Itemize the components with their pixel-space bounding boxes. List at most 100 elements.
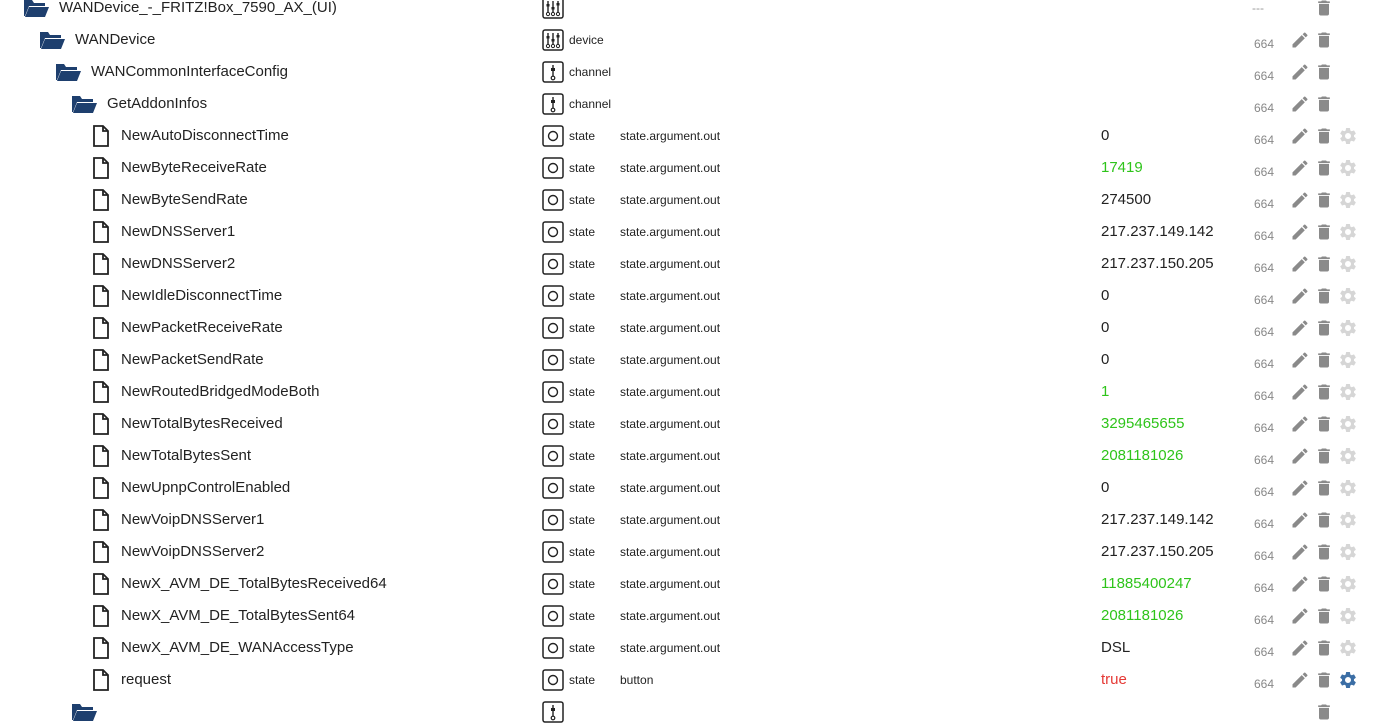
gear-icon[interactable] — [1338, 126, 1358, 146]
delete-icon[interactable] — [1314, 350, 1334, 370]
delete-icon[interactable] — [1314, 382, 1334, 402]
gear-icon[interactable] — [1338, 382, 1358, 402]
delete-icon[interactable] — [1314, 158, 1334, 178]
gear-icon[interactable] — [1338, 574, 1358, 594]
delete-icon[interactable] — [1314, 446, 1334, 466]
gear-icon[interactable] — [1338, 350, 1358, 370]
state-value[interactable]: 217.237.150.205 — [1101, 248, 1214, 280]
edit-icon[interactable] — [1290, 350, 1310, 370]
object-name[interactable]: NewPacketReceiveRate — [121, 312, 283, 344]
edit-icon[interactable] — [1290, 190, 1310, 210]
tree-state-row[interactable]: NewPacketReceiveRate state state.argument.… — [0, 312, 1394, 344]
object-name[interactable]: NewX_AVM_DE_WANAccessType — [121, 632, 354, 664]
tree-state-row[interactable]: NewRoutedBridgedModeBoth state state.argum… — [0, 376, 1394, 408]
folder-open-icon[interactable] — [70, 696, 98, 728]
state-value[interactable]: 217.237.149.142 — [1101, 504, 1214, 536]
tree-state-row[interactable]: NewIdleDisconnectTime state state.argument… — [0, 280, 1394, 312]
tree-state-row[interactable]: NewByteSendRate state state.argument.out 27… — [0, 184, 1394, 216]
tree-state-row[interactable]: NewX_AVM_DE_TotalBytesSent64 state state.a… — [0, 600, 1394, 632]
state-value[interactable]: 217.237.150.205 — [1101, 536, 1214, 568]
object-name[interactable]: NewVoipDNSServer2 — [121, 536, 264, 568]
gear-icon[interactable] — [1338, 414, 1358, 434]
gear-icon[interactable] — [1338, 446, 1358, 466]
object-name[interactable]: NewX_AVM_DE_TotalBytesReceived64 — [121, 568, 387, 600]
object-name[interactable]: NewAutoDisconnectTime — [121, 120, 289, 152]
gear-icon[interactable] — [1338, 222, 1358, 242]
gear-icon[interactable] — [1338, 542, 1358, 562]
gear-icon[interactable] — [1338, 606, 1358, 626]
state-value[interactable]: 0 — [1101, 472, 1109, 504]
delete-icon[interactable] — [1314, 542, 1334, 562]
delete-icon[interactable] — [1314, 222, 1334, 242]
state-value[interactable]: 217.237.149.142 — [1101, 216, 1214, 248]
state-value[interactable]: 2081181026 — [1101, 440, 1183, 472]
edit-icon[interactable] — [1290, 318, 1310, 338]
object-name[interactable]: NewTotalBytesSent — [121, 440, 251, 472]
folder-open-icon[interactable] — [38, 24, 66, 56]
tree-folder-row[interactable]: WANDevice device 664 — [0, 24, 1394, 56]
edit-icon[interactable] — [1290, 446, 1310, 466]
object-name[interactable]: WANDevice_-_FRITZ!Box_7590_AX_(UI) — [59, 0, 337, 24]
delete-icon[interactable] — [1314, 254, 1334, 274]
edit-icon[interactable] — [1290, 414, 1310, 434]
folder-open-icon[interactable] — [70, 88, 98, 120]
delete-icon[interactable] — [1314, 510, 1334, 530]
state-value[interactable]: 0 — [1101, 280, 1109, 312]
state-value[interactable]: 2081181026 — [1101, 600, 1183, 632]
state-value[interactable]: 11885400247 — [1101, 568, 1192, 600]
tree-state-row[interactable]: NewVoipDNSServer1 state state.argument.out… — [0, 504, 1394, 536]
delete-icon[interactable] — [1314, 126, 1334, 146]
object-name[interactable]: NewX_AVM_DE_TotalBytesSent64 — [121, 600, 355, 632]
object-name[interactable]: NewUpnpControlEnabled — [121, 472, 290, 504]
state-value[interactable]: 0 — [1101, 344, 1109, 376]
state-value[interactable]: DSL — [1101, 632, 1130, 664]
edit-icon[interactable] — [1290, 254, 1310, 274]
gear-icon[interactable] — [1338, 190, 1358, 210]
tree-state-row[interactable]: NewVoipDNSServer2 state state.argument.out… — [0, 536, 1394, 568]
state-value[interactable]: 0 — [1101, 312, 1109, 344]
edit-icon[interactable] — [1290, 94, 1310, 114]
tree-state-row[interactable]: NewAutoDisconnectTime state state.argument… — [0, 120, 1394, 152]
tree-state-row[interactable]: NewDNSServer1 state state.argument.out 217.… — [0, 216, 1394, 248]
tree-folder-row[interactable]: WANDevice_-_FRITZ!Box_7590_AX_(UI) --- — [0, 0, 1394, 24]
delete-icon[interactable] — [1314, 702, 1334, 722]
state-value[interactable]: 1 — [1101, 376, 1109, 408]
delete-icon[interactable] — [1314, 638, 1334, 658]
tree-state-row[interactable]: NewDNSServer2 state state.argument.out 217.… — [0, 248, 1394, 280]
edit-icon[interactable] — [1290, 382, 1310, 402]
object-name[interactable]: NewDNSServer2 — [121, 248, 235, 280]
tree-state-row[interactable]: NewUpnpControlEnabled state state.argument… — [0, 472, 1394, 504]
object-name[interactable]: WANCommonInterfaceConfig — [91, 56, 288, 88]
folder-open-icon[interactable] — [22, 0, 50, 24]
delete-icon[interactable] — [1314, 478, 1334, 498]
state-value[interactable]: 3295465655 — [1101, 408, 1184, 440]
tree-state-row[interactable]: NewTotalBytesReceived state state.argument… — [0, 408, 1394, 440]
edit-icon[interactable] — [1290, 158, 1310, 178]
delete-icon[interactable] — [1314, 190, 1334, 210]
gear-icon[interactable] — [1338, 254, 1358, 274]
delete-icon[interactable] — [1314, 62, 1334, 82]
edit-icon[interactable] — [1290, 574, 1310, 594]
edit-icon[interactable] — [1290, 510, 1310, 530]
delete-icon[interactable] — [1314, 574, 1334, 594]
object-name[interactable]: GetAddonInfos — [107, 88, 207, 120]
edit-icon[interactable] — [1290, 478, 1310, 498]
gear-icon[interactable] — [1338, 670, 1358, 690]
edit-icon[interactable] — [1290, 670, 1310, 690]
edit-icon[interactable] — [1290, 126, 1310, 146]
edit-icon[interactable] — [1290, 286, 1310, 306]
gear-icon[interactable] — [1338, 286, 1358, 306]
delete-icon[interactable] — [1314, 414, 1334, 434]
delete-icon[interactable] — [1314, 286, 1334, 306]
object-name[interactable]: WANDevice — [75, 24, 155, 56]
tree-state-row[interactable]: NewByteReceiveRate state state.argument.ou… — [0, 152, 1394, 184]
edit-icon[interactable] — [1290, 222, 1310, 242]
edit-icon[interactable] — [1290, 638, 1310, 658]
edit-icon[interactable] — [1290, 606, 1310, 626]
tree-folder-row[interactable] — [0, 696, 1394, 728]
object-name[interactable]: NewRoutedBridgedModeBoth — [121, 376, 319, 408]
tree-state-row[interactable]: NewTotalBytesSent state state.argument.out… — [0, 440, 1394, 472]
delete-icon[interactable] — [1314, 670, 1334, 690]
tree-state-row[interactable]: request state button true 664 — [0, 664, 1394, 696]
state-value[interactable]: true — [1101, 664, 1127, 696]
